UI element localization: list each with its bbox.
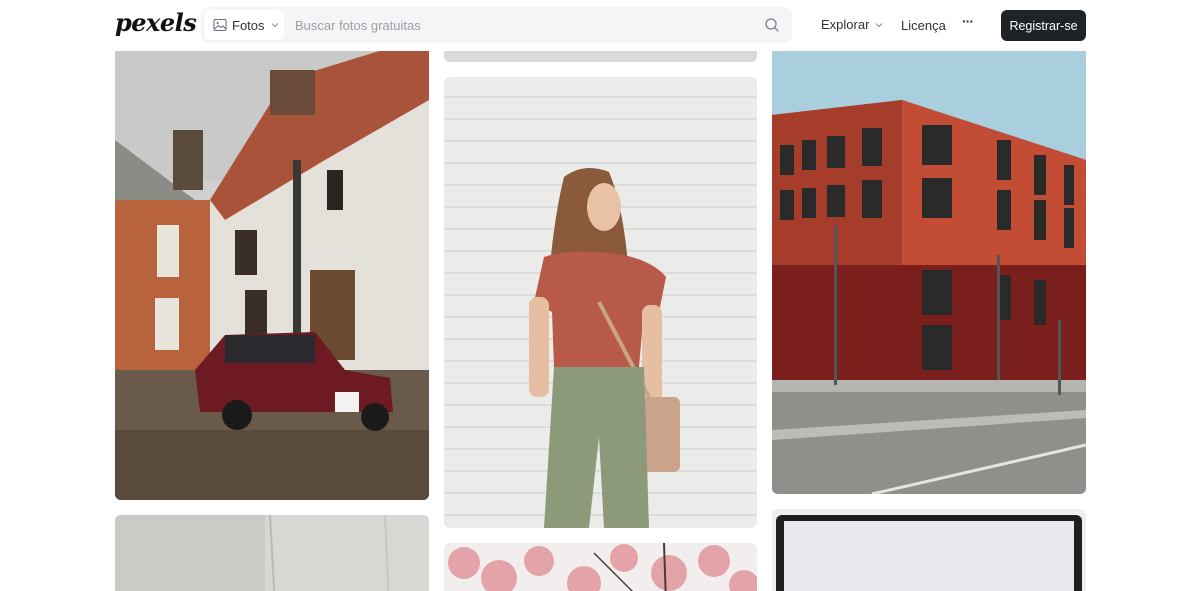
photo-woman-brick-wall [444,77,757,528]
explore-menu[interactable]: Explorar [821,17,883,32]
photo-card[interactable] [772,509,1086,591]
search-type-label: Fotos [232,17,265,33]
photo-card[interactable] [772,40,1086,494]
photo-card[interactable] [444,77,757,528]
image-icon [213,18,227,32]
photo-card[interactable] [444,543,757,591]
chevron-down-icon [876,22,883,27]
search-bar: Fotos [201,7,792,43]
top-navbar: pexels Fotos Explorar Licença ··· Regist… [0,0,1200,51]
photo-old-house-red-car [115,40,429,500]
join-button[interactable]: Registrar-se [1001,10,1086,41]
photo-card[interactable] [115,515,429,591]
ellipsis-icon[interactable]: ··· [962,13,978,33]
pexels-logo[interactable]: pexels [115,8,197,37]
photo-card[interactable] [115,40,429,500]
search-input[interactable] [295,7,745,43]
explore-label: Explorar [821,17,870,32]
license-link[interactable]: Licença [901,18,946,33]
photo-red-brick-building [772,40,1086,494]
photo-cherry-blossom [444,543,757,591]
photo-framed-screen [772,509,1086,591]
photo-white-wall [115,515,429,591]
search-icon[interactable] [764,17,780,33]
search-type-dropdown[interactable]: Fotos [204,10,284,40]
chevron-down-icon [271,23,278,28]
